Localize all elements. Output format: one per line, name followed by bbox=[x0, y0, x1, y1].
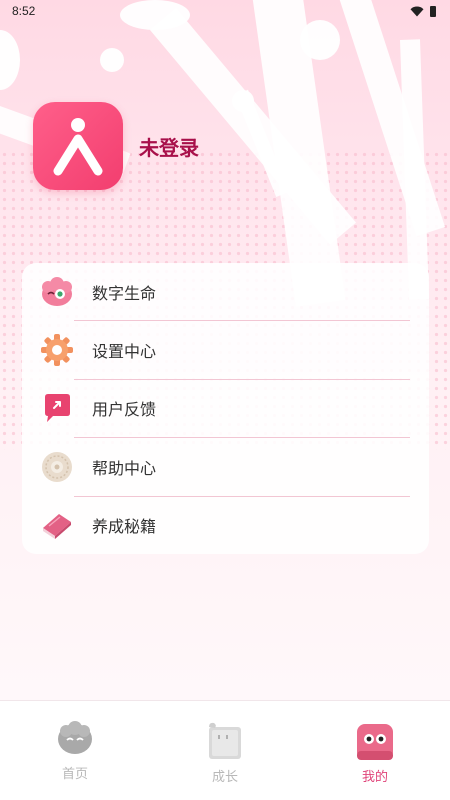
feedback-bubble-icon bbox=[40, 391, 74, 425]
home-creature-icon bbox=[56, 721, 94, 759]
bubble bbox=[232, 90, 254, 112]
avatar[interactable] bbox=[33, 102, 123, 190]
bubble bbox=[100, 48, 124, 72]
battery-icon bbox=[430, 5, 436, 17]
menu-card: 数字生命 设置中心 用户反馈 帮助中心 养成秘籍 bbox=[22, 263, 429, 554]
tab-me[interactable]: 我的 bbox=[300, 701, 450, 800]
tab-growth[interactable]: 成长 bbox=[150, 701, 300, 800]
bottom-tab-bar: 首页 成长 我的 bbox=[0, 700, 450, 800]
status-time: 8:52 bbox=[12, 4, 36, 18]
book-icon bbox=[40, 508, 74, 542]
tab-label: 成长 bbox=[211, 770, 238, 785]
menu-item-label: 帮助中心 bbox=[92, 459, 157, 478]
menu-item-label: 用户反馈 bbox=[92, 400, 157, 419]
menu-item-label: 设置中心 bbox=[92, 342, 157, 361]
tab-label: 首页 bbox=[61, 767, 88, 782]
growth-card-icon bbox=[205, 721, 245, 765]
gear-icon bbox=[40, 333, 74, 367]
menu-item-digital-life[interactable]: 数字生命 bbox=[22, 263, 429, 321]
menu-item-label: 养成秘籍 bbox=[92, 517, 157, 536]
tab-home[interactable]: 首页 bbox=[0, 701, 150, 800]
menu-item-help[interactable]: 帮助中心 bbox=[22, 438, 429, 496]
menu-item-guide[interactable]: 养成秘籍 bbox=[22, 496, 429, 554]
status-icons bbox=[410, 5, 436, 17]
menu-item-feedback[interactable]: 用户反馈 bbox=[22, 379, 429, 437]
help-donut-icon bbox=[40, 450, 74, 484]
wifi-icon bbox=[410, 6, 424, 16]
bubble bbox=[0, 30, 20, 90]
me-cube-icon bbox=[354, 721, 396, 767]
menu-item-settings[interactable]: 设置中心 bbox=[22, 321, 429, 379]
app-logo-icon bbox=[53, 118, 103, 176]
menu-item-label: 数字生命 bbox=[92, 284, 157, 303]
bubble bbox=[300, 20, 340, 60]
pink-fluffy-creature-icon bbox=[40, 275, 74, 309]
status-bar: 8:52 bbox=[0, 0, 450, 22]
login-status[interactable]: 未登录 bbox=[139, 132, 199, 161]
tab-label: 我的 bbox=[361, 770, 388, 785]
profile-header[interactable]: 未登录 bbox=[33, 102, 199, 190]
